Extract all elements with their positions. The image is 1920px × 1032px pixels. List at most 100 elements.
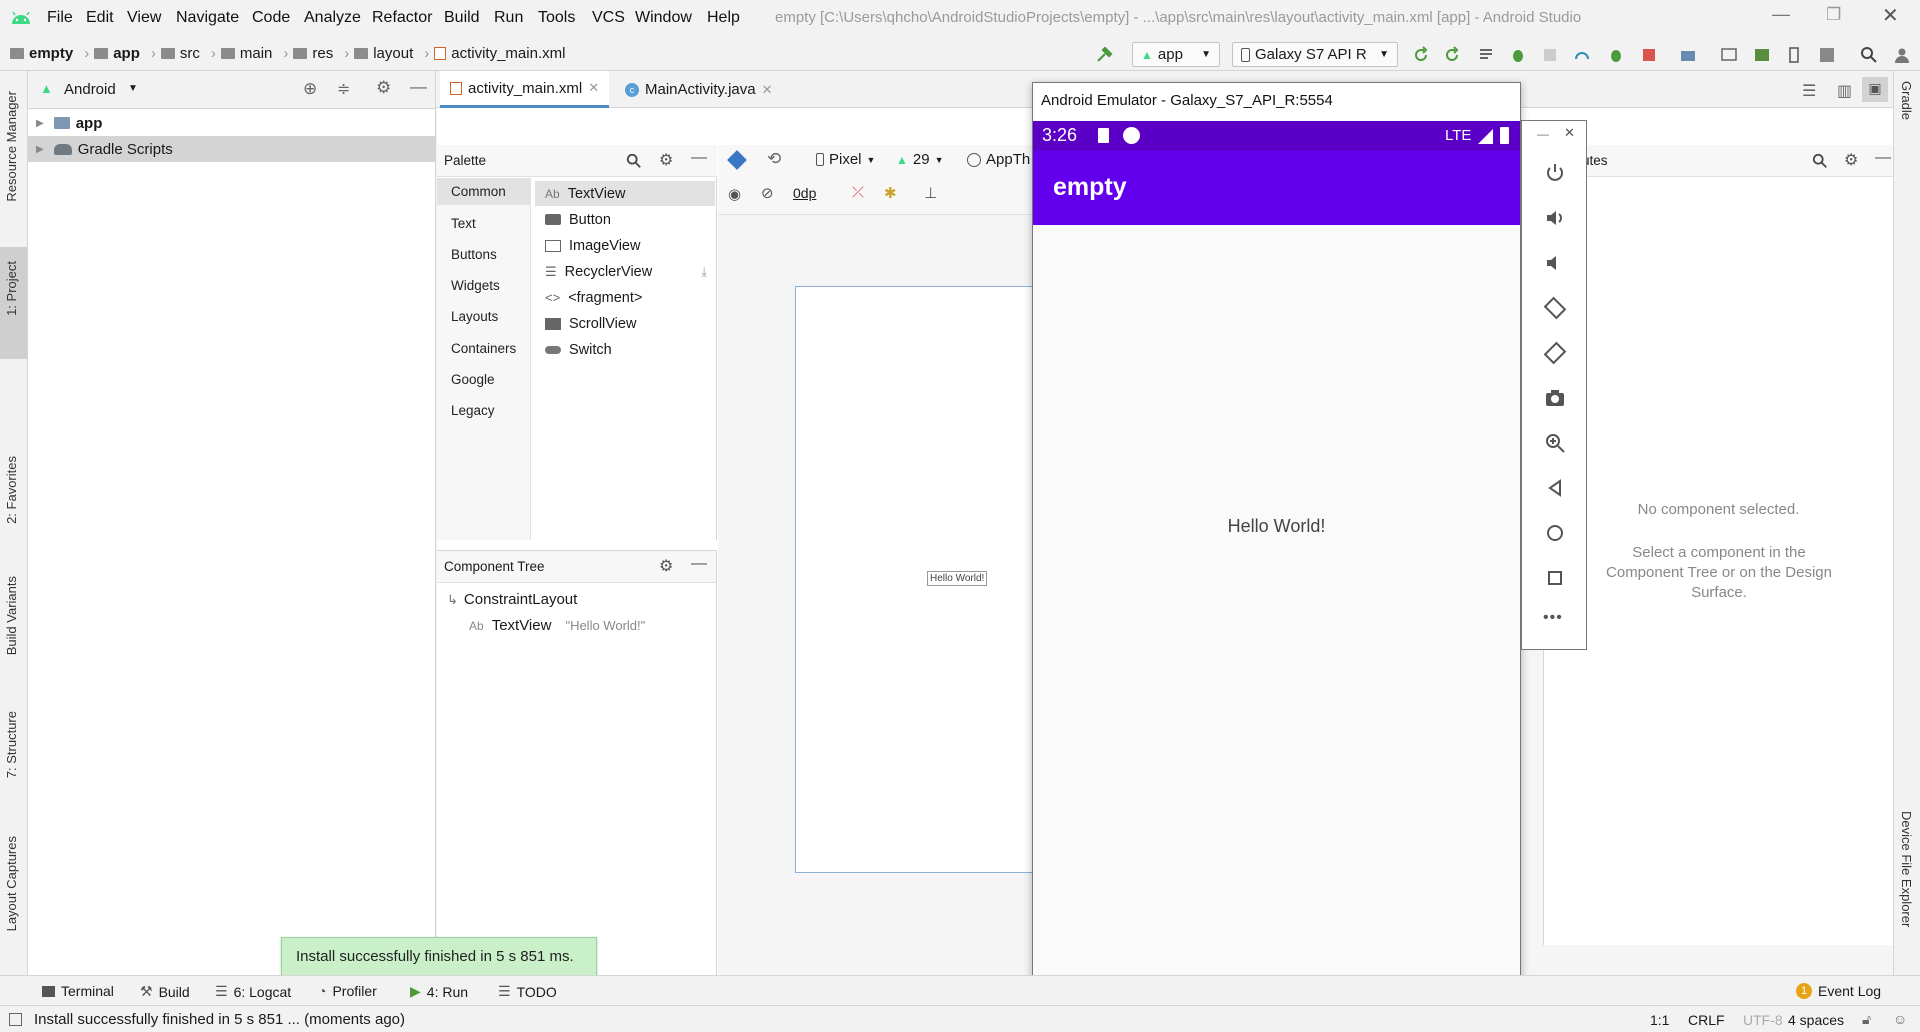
minimize-icon[interactable]: —	[1772, 4, 1790, 25]
gear-icon[interactable]: ⚙	[1844, 150, 1858, 170]
clear-constraints-icon[interactable]: ⤫	[852, 184, 864, 201]
breadcrumb-layout[interactable]: layout	[373, 45, 413, 62]
guidelines-icon[interactable]: ⊥	[924, 184, 937, 202]
rotate-right-icon[interactable]	[1543, 341, 1567, 365]
theme-select[interactable]: AppTh	[967, 151, 1030, 168]
palette-category-layouts[interactable]: Layouts	[451, 309, 498, 324]
apply-code-changes-icon[interactable]	[1443, 46, 1461, 64]
apply-changes-restart-icon[interactable]	[1412, 46, 1430, 64]
tree-item-gradle-scripts[interactable]: ▶ Gradle Scripts	[28, 136, 436, 162]
more-icon[interactable]: •••	[1543, 609, 1563, 627]
tree-item-app[interactable]: ▶ app	[28, 110, 436, 136]
menu-file[interactable]: File	[47, 9, 73, 27]
menu-vcs[interactable]: VCS	[592, 9, 625, 27]
run-config-select[interactable]: ▲ app ▼	[1132, 42, 1220, 67]
palette-category-buttons[interactable]: Buttons	[451, 247, 497, 262]
device-select[interactable]: Galaxy S7 API R ▼	[1232, 42, 1398, 67]
tab-favorites[interactable]: 2: Favorites	[4, 456, 19, 524]
zoom-icon[interactable]	[1543, 431, 1567, 455]
menu-edit[interactable]: Edit	[86, 9, 114, 27]
toggle-tool-windows-icon[interactable]	[9, 1013, 22, 1026]
preview-textview[interactable]: Hello World!	[927, 571, 988, 586]
make-project-hammer-icon[interactable]	[1095, 46, 1113, 64]
tool-build[interactable]: ⚒ Build	[140, 983, 190, 1000]
hide-icon[interactable]: —	[1875, 149, 1891, 167]
menu-help[interactable]: Help	[707, 9, 740, 27]
tool-todo[interactable]: ☰ TODO	[498, 983, 557, 1000]
close-tab-icon[interactable]: ✕	[762, 82, 773, 98]
back-icon[interactable]	[1543, 476, 1567, 500]
caret-position[interactable]: 1:1	[1650, 1012, 1669, 1028]
palette-category-google[interactable]: Google	[451, 372, 495, 387]
menu-navigate[interactable]: Navigate	[176, 9, 239, 27]
palette-item-switch[interactable]: Switch	[535, 337, 715, 362]
chevron-down-icon[interactable]: ▼	[128, 83, 138, 94]
gear-icon[interactable]: ⚙	[659, 556, 673, 576]
inspector-icon[interactable]: ☺	[1893, 1011, 1907, 1027]
search-icon[interactable]	[626, 153, 642, 169]
restore-icon[interactable]: ❐	[1826, 5, 1841, 25]
breadcrumb-res[interactable]: res	[312, 45, 333, 62]
menu-code[interactable]: Code	[252, 9, 290, 27]
hide-icon[interactable]: —	[410, 77, 427, 97]
design-view-icon[interactable]: ▣	[1862, 77, 1888, 102]
tab-gradle[interactable]: Gradle	[1899, 81, 1914, 120]
install-success-balloon[interactable]: Install successfully finished in 5 s 851…	[281, 937, 597, 977]
power-icon[interactable]	[1543, 161, 1567, 185]
api-level-select[interactable]: ▲ 29 ▼	[896, 151, 944, 168]
breadcrumb-file[interactable]: activity_main.xml	[451, 45, 565, 62]
home-icon[interactable]	[1543, 521, 1567, 545]
expand-arrow-icon[interactable]: ▶	[36, 118, 44, 129]
hide-icon[interactable]: —	[691, 555, 707, 573]
palette-category-legacy[interactable]: Legacy	[451, 403, 495, 418]
rotate-left-icon[interactable]	[1543, 296, 1567, 320]
breadcrumb-src[interactable]: src	[180, 45, 200, 62]
status-message[interactable]: Install successfully finished in 5 s 851…	[34, 1011, 405, 1028]
tab-device-file-explorer[interactable]: Device File Explorer	[1899, 811, 1914, 927]
tab-project[interactable]: 1: Project	[4, 261, 19, 316]
search-icon[interactable]	[1860, 46, 1878, 64]
file-encoding[interactable]: UTF-8	[1743, 1012, 1783, 1028]
palette-item-scrollview[interactable]: ScrollView	[535, 311, 715, 336]
close-icon[interactable]: ✕	[1564, 125, 1575, 141]
default-margin-value[interactable]: 0dp	[793, 185, 816, 201]
palette-item-imageview[interactable]: ImageView	[535, 233, 715, 258]
split-view-icon[interactable]: ▥	[1837, 81, 1852, 101]
stop-icon[interactable]	[1640, 46, 1658, 64]
locate-icon[interactable]: ⊕	[303, 79, 317, 99]
tree-node-constraintlayout[interactable]: ↳ ConstraintLayout	[447, 591, 577, 608]
menu-build[interactable]: Build	[444, 9, 480, 27]
device-preview-select[interactable]: Pixel ▼	[816, 151, 875, 168]
indent-setting[interactable]: 4 spaces	[1788, 1012, 1844, 1028]
layers-icon[interactable]	[727, 150, 747, 170]
view-options-eye-icon[interactable]: ◉	[728, 185, 741, 203]
close-tab-icon[interactable]: ✕	[588, 80, 599, 96]
collapse-all-icon[interactable]: ≑	[337, 79, 350, 99]
menu-view[interactable]: View	[127, 9, 161, 27]
tab-structure[interactable]: 7: Structure	[4, 711, 19, 778]
run-list-icon[interactable]	[1477, 46, 1495, 64]
coverage-icon[interactable]	[1541, 46, 1559, 64]
lock-icon[interactable]: 🔓︎	[1862, 1011, 1871, 1028]
menu-window[interactable]: Window	[635, 9, 692, 27]
search-icon[interactable]	[1812, 153, 1828, 169]
app-content[interactable]: Hello World!	[1033, 225, 1520, 984]
code-view-icon[interactable]: ☰	[1802, 81, 1816, 101]
palette-item-recyclerview[interactable]: ☰ RecyclerView ⤓	[535, 259, 715, 284]
minimize-icon[interactable]: —	[1537, 127, 1549, 141]
breadcrumb-app[interactable]: app	[113, 45, 140, 62]
expand-arrow-icon[interactable]: ▶	[36, 144, 44, 155]
hide-icon[interactable]: —	[691, 149, 707, 167]
profile-icon[interactable]	[1573, 46, 1591, 64]
device-manager-icon[interactable]	[1785, 46, 1803, 64]
tab-main-activity-java[interactable]: c MainActivity.java ✕	[615, 71, 783, 108]
sdk-manager-icon[interactable]	[1753, 46, 1771, 64]
autoconnect-icon[interactable]: ⊘	[761, 184, 774, 202]
volume-up-icon[interactable]	[1543, 206, 1567, 230]
orientation-icon[interactable]: ⟲	[767, 149, 781, 169]
tool-terminal[interactable]: Terminal	[42, 983, 114, 999]
palette-category-text[interactable]: Text	[451, 216, 476, 231]
overview-icon[interactable]	[1543, 566, 1567, 590]
menu-run[interactable]: Run	[494, 9, 523, 27]
user-icon[interactable]	[1893, 46, 1911, 64]
